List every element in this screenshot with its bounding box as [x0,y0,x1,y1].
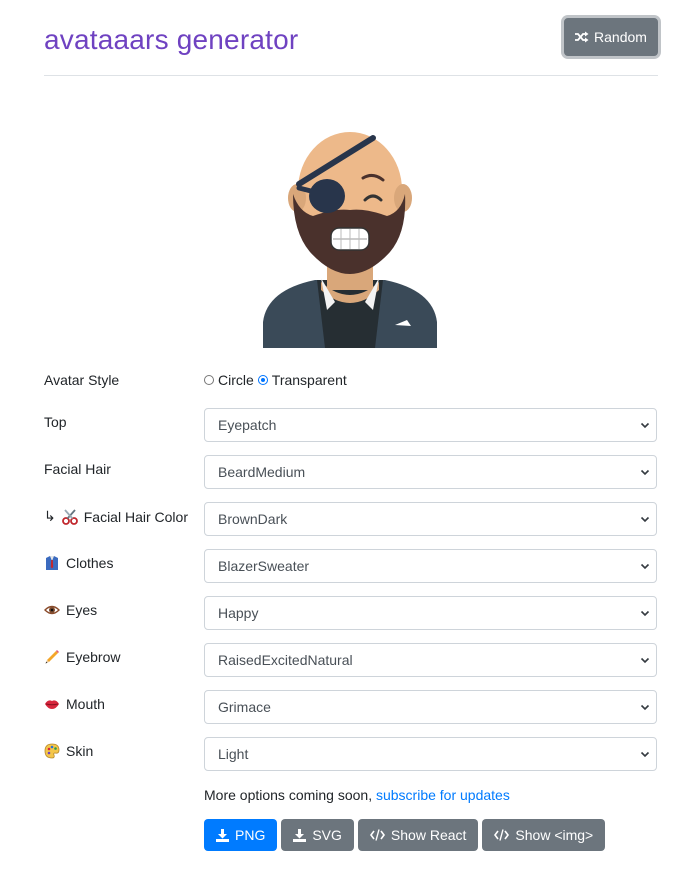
shirt-icon [46,556,58,570]
page-title: avataaars generator [44,24,299,55]
top-row: Top Eyepatch [44,408,658,442]
chevron-down-icon [640,610,650,617]
skin-select[interactable]: Light [204,737,657,771]
top-label-text: Top [44,414,67,430]
lips-icon [45,700,59,709]
top-select-value: Eyepatch [218,417,277,433]
more-options-note: More options coming soon, subscribe for … [204,787,510,803]
clothes-row: Clothes BlazerSweater [44,549,658,583]
code-icon [369,829,385,841]
eyes-row: Eyes Happy [44,596,658,630]
facial-hair-label-text: Facial Hair [44,461,111,477]
chevron-down-icon [640,422,650,429]
chevron-down-icon [640,657,650,664]
eyes-select-value: Happy [218,605,259,621]
mouth-label-text: Mouth [66,696,105,712]
eyes-select[interactable]: Happy [204,596,657,630]
code-icon [494,829,510,841]
eyes-label: Eyes [44,602,97,618]
eyebrow-row: Eyebrow RaisedExcitedNatural [44,643,658,677]
download-icon [293,828,307,842]
transparent-radio-label[interactable]: Transparent [272,372,347,388]
mouth-select-value: Grimace [218,699,271,715]
shuffle-icon [575,31,589,43]
clothes-label: Clothes [44,555,113,571]
avatar-style-row: Avatar Style Circle Transparent [44,366,658,400]
export-buttons: PNG SVG Show React Show <img> [204,819,606,851]
transparent-radio[interactable] [257,375,268,385]
mouth-select[interactable]: Grimace [204,690,657,724]
scissors-icon [61,508,78,525]
chevron-down-icon [640,751,650,758]
clothes-label-text: Clothes [66,555,114,571]
note-text: More options coming soon, [204,787,376,803]
facial-hair-color-select[interactable]: BrownDark [204,502,657,536]
skin-select-value: Light [218,746,249,762]
eyebrow-label: Eyebrow [44,649,120,665]
facial-hair-select[interactable]: BeardMedium [204,455,657,489]
skin-label-text: Skin [66,743,94,759]
header: avataaars generator Random [44,14,658,76]
random-button[interactable]: Random [564,18,658,56]
eyebrow-select-value: RaisedExcitedNatural [218,652,353,668]
eye-icon [44,605,60,615]
circle-radio[interactable] [204,375,214,385]
show-img-button[interactable]: Show <img> [482,819,606,851]
eyebrow-select[interactable]: RaisedExcitedNatural [204,643,657,677]
mouth-row: Mouth Grimace [44,690,658,724]
avatar-image [263,132,437,348]
eyes-label-text: Eyes [66,602,98,618]
top-select[interactable]: Eyepatch [204,408,657,442]
facial-hair-row: Facial Hair BeardMedium [44,455,658,489]
facial-hair-color-row: ↳ Facial Hair Color BrownDark [44,502,658,536]
eyebrow-label-text: Eyebrow [66,649,121,665]
circle-radio-label[interactable]: Circle [218,372,254,388]
skin-label: Skin [44,743,93,759]
avatar-preview [255,112,445,348]
show-react-button-label: Show React [390,827,467,843]
skin-row: Skin Light [44,737,658,771]
chevron-down-icon [640,469,650,476]
facial-hair-color-select-value: BrownDark [218,511,288,527]
avatar-style-radio-group: Circle Transparent [204,372,347,388]
facial-hair-color-label-text: Facial Hair Color [83,508,188,525]
svg-button[interactable]: SVG [281,819,354,851]
avatar-style-label: Avatar Style [44,372,120,388]
chevron-down-icon [640,563,650,570]
chevron-down-icon [640,704,650,711]
clothes-select-value: BlazerSweater [218,558,310,574]
facial-hair-label: Facial Hair [44,461,111,477]
avatar-generator-page: avataaars generator Random Avatar Style … [0,0,695,889]
facial-hair-color-label: ↳ Facial Hair Color [44,508,188,525]
clothes-select[interactable]: BlazerSweater [204,549,657,583]
subscribe-link[interactable]: subscribe for updates [376,787,510,803]
svg-button-label: SVG [312,827,342,843]
download-icon [216,828,229,842]
facial-hair-select-value: BeardMedium [218,464,306,480]
palette-icon [44,743,60,759]
mouth-label: Mouth [44,696,105,712]
pencil-icon [45,650,59,664]
chevron-down-icon [640,516,650,523]
random-button-label: Random [594,29,647,45]
sub-arrow-icon: ↳ [44,508,56,524]
show-img-button-label: Show <img> [515,827,594,843]
show-react-button[interactable]: Show React [357,819,479,851]
png-button[interactable]: PNG [204,819,278,851]
png-button-label: PNG [235,827,266,843]
top-label: Top [44,414,67,430]
